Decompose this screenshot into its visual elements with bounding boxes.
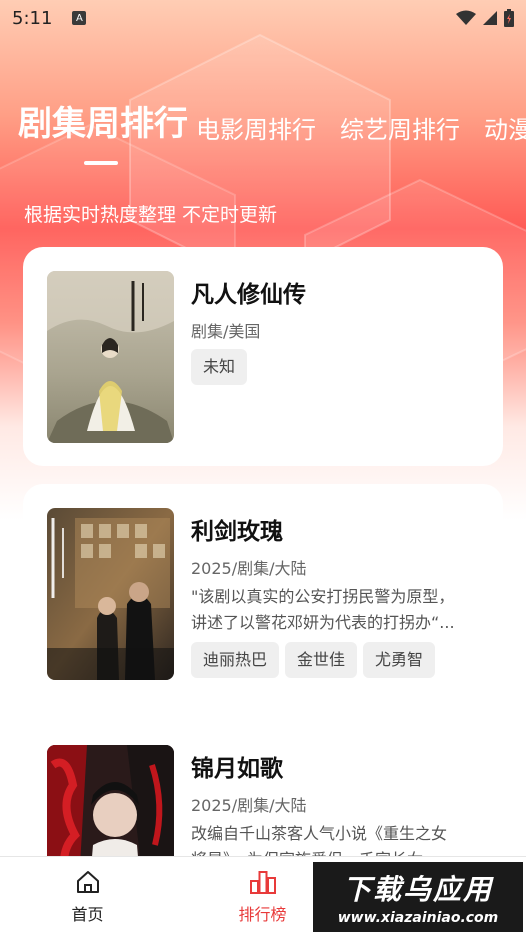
ranking-card[interactable]: 凡人修仙传 剧集/美国 未知: [23, 247, 503, 466]
home-icon: [76, 870, 99, 893]
tab-drama-weekly[interactable]: 剧集周排行: [18, 96, 188, 165]
watermark-title: 下载乌应用: [342, 873, 493, 906]
poster-image: [47, 508, 174, 680]
ranking-card[interactable]: 利剑玫瑰 2025/剧集/大陆 "该剧以真实的公安打拐民警为原型， 讲述了以警花…: [23, 484, 503, 703]
item-title: 锦月如歌: [191, 756, 283, 782]
tab-variety-weekly[interactable]: 综艺周排行: [340, 110, 460, 151]
description-line: 讲述了以警花邓妍为代表的打拐办“...: [191, 613, 455, 632]
item-meta: 2025/剧集/大陆: [191, 559, 307, 578]
item-tags: 迪丽热巴 金世佳 尤勇智: [191, 642, 483, 678]
battery-icon: [504, 9, 514, 27]
tag-chip: 未知: [191, 349, 248, 385]
status-bar: 5:11 A: [0, 0, 526, 36]
item-meta: 剧集/美国: [191, 322, 261, 341]
signal-icon: [483, 11, 497, 25]
ranking-subtitle: 根据实时热度整理 不定时更新: [24, 204, 278, 226]
description-line: "该剧以真实的公安打拐民警为原型，: [191, 587, 455, 606]
notification-icon: A: [72, 11, 87, 25]
nav-home-label: 首页: [71, 904, 104, 924]
poster-image: [47, 271, 174, 443]
tag-chip: 尤勇智: [363, 642, 436, 678]
item-title: 利剑玫瑰: [191, 519, 283, 545]
tag-chip: 金世佳: [285, 642, 358, 678]
ranking-list: 凡人修仙传 剧集/美国 未知 利剑玫瑰 2025/剧集/大陆 "该剧以真实的公安…: [23, 247, 503, 936]
wifi-icon: [456, 10, 476, 25]
item-title: 凡人修仙传: [191, 282, 306, 308]
tag-chip: 迪丽热巴: [191, 642, 280, 678]
status-time: 5:11: [12, 7, 53, 29]
watermark-logo: 下载乌应用 www.xiazainiao.com: [313, 862, 523, 932]
nav-ranking-label: 排行榜: [238, 904, 287, 924]
nav-home[interactable]: 首页: [0, 857, 175, 936]
item-meta: 2025/剧集/大陆: [191, 796, 307, 815]
watermark-url: www.xiazainiao.com: [337, 910, 499, 926]
description-line: 改编自千山茶客人气小说《重生之女: [191, 824, 448, 843]
tab-anime-weekly[interactable]: 动漫: [484, 110, 526, 151]
ranking-icon: [249, 870, 276, 894]
item-description: "该剧以真实的公安打拐民警为原型， 讲述了以警花邓妍为代表的打拐办“...: [191, 584, 483, 636]
tab-movie-weekly[interactable]: 电影周排行: [196, 110, 316, 151]
item-tags: 未知: [191, 349, 483, 385]
ranking-tabs: 剧集周排行 电影周排行 综艺周排行 动漫: [18, 96, 526, 165]
